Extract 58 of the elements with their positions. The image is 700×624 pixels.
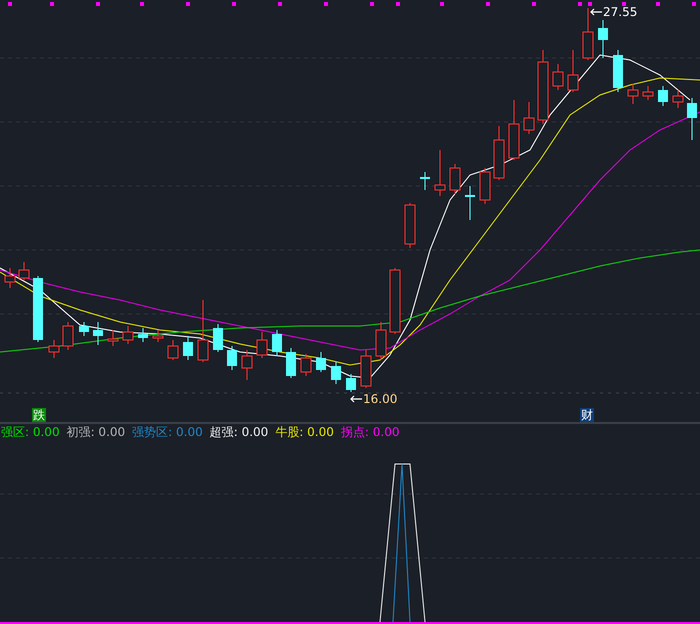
- candlestick: [213, 324, 223, 352]
- candlestick: [628, 84, 638, 104]
- candlestick: [582, 8, 594, 60]
- candlestick: [376, 322, 386, 360]
- indicator-value: 拐点: 0.00: [340, 424, 400, 442]
- candlestick: [434, 150, 446, 196]
- candlestick: [480, 168, 490, 204]
- arrow-icon: [590, 8, 602, 16]
- candlestick: [122, 326, 134, 344]
- candlestick: [420, 172, 430, 190]
- candlestick: [672, 90, 684, 108]
- candlestick: [346, 374, 356, 392]
- candlestick: [331, 362, 341, 384]
- candlestick: [658, 86, 668, 106]
- candlestick: [48, 340, 60, 358]
- candlestick: [93, 322, 103, 346]
- indicator-value: 强势区: 0.00: [132, 424, 203, 442]
- candlestick: [598, 20, 608, 58]
- candlestick: [316, 352, 326, 372]
- candlestick: [108, 330, 118, 346]
- price-text: 27.55: [603, 5, 638, 19]
- indicator-value: 初强: 0.00: [66, 424, 126, 442]
- candlestick: [62, 322, 74, 350]
- candlestick: [508, 100, 520, 160]
- candlestick: [450, 164, 460, 194]
- candlestick: [465, 186, 475, 220]
- candlestick: [404, 202, 416, 248]
- candlestick: [4, 268, 16, 288]
- indicator-value: 牛股: 0.00: [275, 424, 334, 442]
- candlestick: [256, 332, 268, 358]
- candlestick: [286, 348, 296, 378]
- candlestick: [390, 268, 400, 334]
- indicator-value: 强区: 0.00: [1, 424, 60, 442]
- candlestick: [18, 262, 30, 280]
- candlestick: [613, 50, 623, 92]
- candlestick: [198, 300, 208, 362]
- signal-tag: 财: [580, 408, 594, 422]
- candlestick: [524, 102, 534, 134]
- candlestick: [568, 50, 578, 92]
- price-text: 16.00: [363, 392, 398, 406]
- candlestick: [494, 126, 504, 180]
- candlestick: [300, 354, 312, 376]
- candlestick: [552, 64, 564, 90]
- indicator-value: 超强: 0.00: [210, 424, 268, 442]
- candlestick: [227, 346, 237, 370]
- candlestick: [360, 350, 372, 388]
- candlestick: [272, 330, 282, 356]
- candlestick: [168, 340, 178, 360]
- candlestick: [79, 322, 89, 336]
- candlestick: [138, 328, 148, 342]
- candlestick: [152, 330, 164, 342]
- candlestick: [242, 350, 252, 380]
- arrow-icon: [350, 395, 362, 403]
- candlestick: [33, 276, 43, 342]
- candlestick: [183, 336, 193, 360]
- candlestick: [687, 98, 697, 140]
- signal-tag: 跌: [32, 408, 46, 422]
- candlestick: [642, 86, 654, 100]
